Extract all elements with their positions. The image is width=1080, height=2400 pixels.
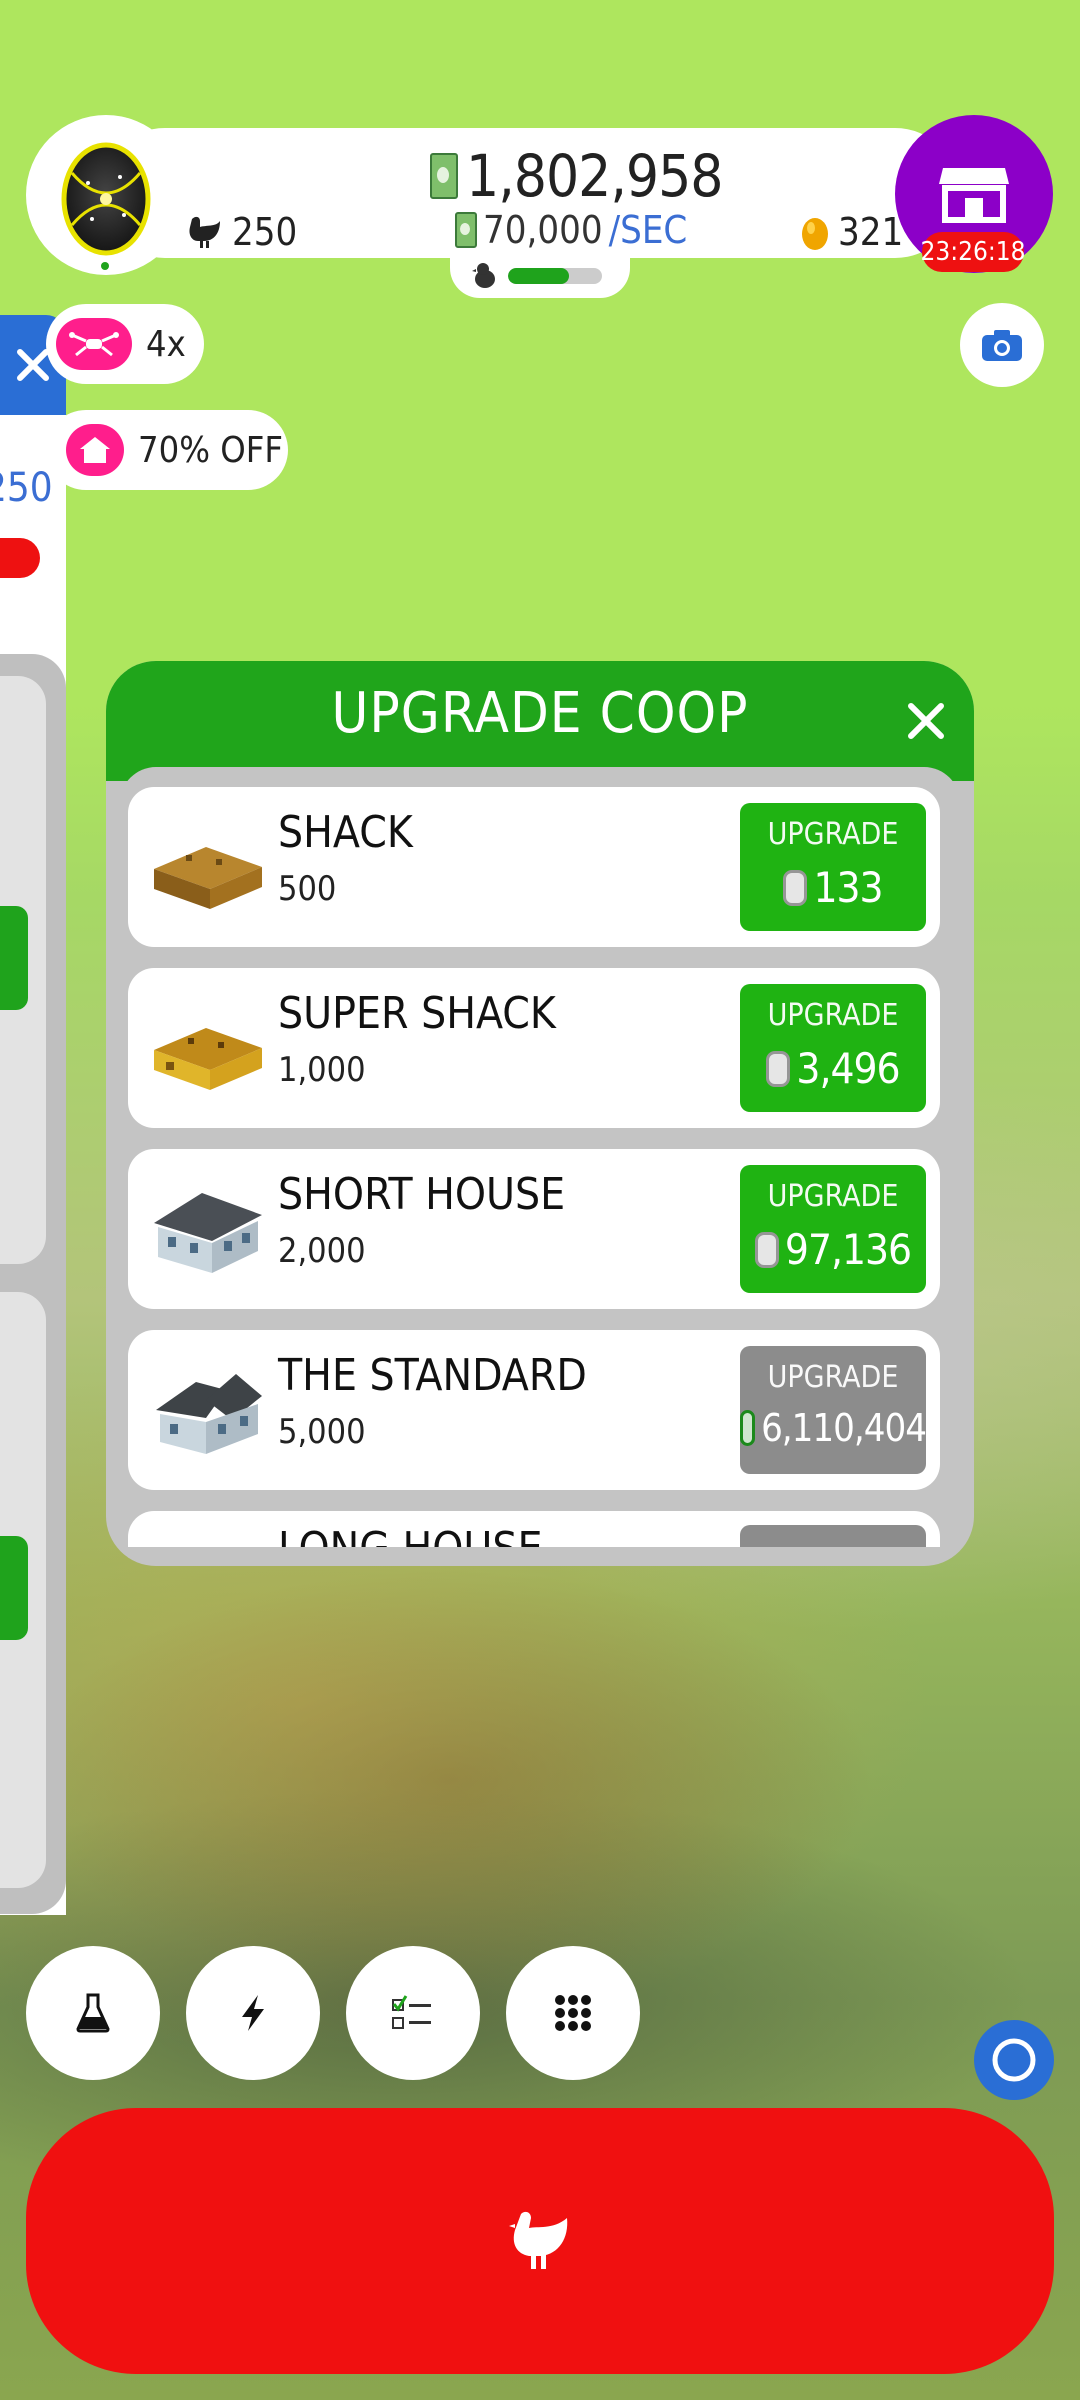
upgrade-label: UPGRADE <box>767 998 899 1033</box>
shack-house-icon <box>154 847 262 909</box>
chick-icon <box>472 262 498 294</box>
coop-capacity: 2,000 <box>278 1231 366 1271</box>
rate-unit: /SEC <box>608 208 688 252</box>
coop-row-the-standard: THE STANDARD 5,000 UPGRADE 6,110,404 <box>128 1330 940 1490</box>
close-icon <box>908 703 944 739</box>
coop-row-super-shack: SUPER SHACK 1,000 UPGRADE 3,496 <box>128 968 940 1128</box>
chicken-icon <box>509 2211 568 2269</box>
golden-egg-icon <box>802 218 828 250</box>
coop-capacity: 1,000 <box>278 1050 366 1090</box>
flask-icon <box>76 1993 110 2033</box>
chicken-icon <box>189 216 220 248</box>
shop-icon <box>939 168 1009 223</box>
cash-icon <box>740 1410 756 1446</box>
upgrade-label: UPGRADE <box>767 1179 899 1214</box>
money-display: 1,802,958 <box>430 142 723 210</box>
cash-icon <box>754 1231 779 1268</box>
upgrade-cost: 97,136 <box>784 1225 912 1274</box>
camera-button[interactable] <box>960 303 1044 387</box>
modal-title: UPGRADE COOP <box>331 681 749 746</box>
cash-icon <box>455 212 477 248</box>
drone-multiplier: 4x <box>146 323 186 365</box>
side-green-button[interactable] <box>0 1536 28 1640</box>
discount-pill[interactable]: 70% OFF <box>46 410 288 490</box>
golden-egg-count: 321 <box>800 210 903 254</box>
menu-button[interactable] <box>506 1946 640 2080</box>
upgrade-label: UPGRADE <box>767 817 899 852</box>
status-dot <box>101 262 109 270</box>
grid-icon <box>555 1995 591 2031</box>
upgrade-button[interactable]: UPGRADE 133 <box>740 803 926 931</box>
golden-egg-value: 321 <box>838 210 904 254</box>
upgrade-cost: 6,110,404 <box>761 1406 927 1450</box>
upgrade-button[interactable]: UPGRADE 97,136 <box>740 1165 926 1293</box>
shop-timer: 23:26:18 <box>920 232 1026 272</box>
ring-icon <box>992 2038 1036 2082</box>
coop-name: SUPER SHACK <box>278 988 556 1039</box>
cash-icon <box>430 153 458 199</box>
coop-name: THE STANDARD <box>278 1350 587 1401</box>
coop-capacity: 5,000 <box>278 1412 366 1452</box>
research-button[interactable] <box>26 1946 160 2080</box>
checklist-icon <box>392 1995 431 2029</box>
money-value: 1,802,958 <box>466 142 723 210</box>
cash-icon <box>783 869 808 906</box>
house-icon <box>66 424 124 476</box>
side-red-badge <box>0 538 40 578</box>
coop-row-short-house: SHORT HOUSE 2,000 UPGRADE 97,136 <box>128 1149 940 1309</box>
close-icon <box>17 349 49 381</box>
rate-value: 70,000 <box>483 208 603 252</box>
upgrade-cost: 133 <box>813 863 883 912</box>
drone-boost-pill[interactable]: 4x <box>46 304 204 384</box>
upgrade-button-disabled[interactable] <box>740 1525 926 1547</box>
coop-name: LONG HOUSE <box>278 1523 543 1547</box>
universe-egg-icon <box>61 142 151 256</box>
upgrade-cost: 3,496 <box>796 1044 900 1093</box>
chicken-count: 250 <box>186 210 297 254</box>
upgrade-button-disabled[interactable]: UPGRADE 6,110,404 <box>740 1346 927 1474</box>
chicken-value: 250 <box>232 210 298 254</box>
egg-button[interactable] <box>26 115 186 275</box>
lightning-icon <box>242 1995 264 2031</box>
super-shack-house-icon <box>154 1028 262 1090</box>
discount-label: 70% OFF <box>138 429 284 471</box>
assistant-button[interactable] <box>974 2020 1054 2100</box>
coop-name: SHACK <box>278 807 413 858</box>
coop-name: SHORT HOUSE <box>278 1169 566 1220</box>
modal-close-button[interactable] <box>896 691 956 751</box>
boosts-button[interactable] <box>186 1946 320 2080</box>
upgrade-label: UPGRADE <box>767 1360 899 1395</box>
hatch-chicken-button[interactable] <box>26 2108 1054 2374</box>
short-house-icon <box>154 1193 262 1273</box>
upgrade-coop-modal: UPGRADE COOP SHACK 500 UPGRADE 133 SUPER… <box>106 661 974 1566</box>
coop-capacity: 500 <box>278 869 337 909</box>
cash-icon <box>766 1050 791 1087</box>
coop-row-long-house: LONG HOUSE <box>128 1511 940 1547</box>
drone-icon <box>56 318 132 370</box>
coop-list[interactable]: SHACK 500 UPGRADE 133 SUPER SHACK 1,000 … <box>120 767 960 1547</box>
progress-bar <box>508 268 602 284</box>
standard-house-icon <box>156 1374 262 1454</box>
earning-rate: 70,000/SEC <box>455 208 687 252</box>
missions-button[interactable] <box>346 1946 480 2080</box>
upgrade-button[interactable]: UPGRADE 3,496 <box>740 984 926 1112</box>
side-value: 250 <box>0 465 53 511</box>
side-green-button[interactable] <box>0 906 28 1010</box>
coop-row-shack: SHACK 500 UPGRADE 133 <box>128 787 940 947</box>
camera-icon <box>982 330 1022 361</box>
